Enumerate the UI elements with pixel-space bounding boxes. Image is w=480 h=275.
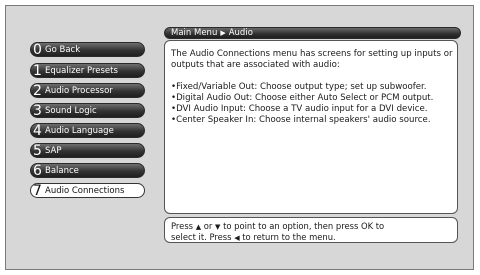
menu-item-sap[interactable]: 5 SAP [30, 143, 145, 158]
hint-text: to point to an option, then press OK to [223, 221, 385, 231]
hint-text: select it. Press [171, 232, 232, 242]
hint-line-2: select it. Press ◀ to return to the menu… [171, 232, 457, 243]
description-bullet: •Digital Audio Out: Choose either Auto S… [171, 93, 434, 103]
menu-item-label: Balance [45, 165, 79, 176]
menu-item-audio-processor[interactable]: 2 Audio Processor [30, 83, 145, 98]
menu-item-number: 7 [33, 183, 42, 198]
description-bullet: •Fixed/Variable Out: Choose output type;… [171, 82, 427, 92]
breadcrumb-parent: Main Menu [171, 28, 218, 38]
hint-panel: Press ▲ or ▼ to point to an option, then… [164, 217, 458, 243]
menu-item-label: SAP [45, 145, 62, 156]
description-panel: The Audio Connections menu has screens f… [164, 40, 458, 214]
menu-item-number: 6 [33, 163, 42, 178]
menu-item-number: 1 [33, 63, 42, 78]
menu-item-number: 4 [33, 123, 42, 138]
hint-text: or [203, 221, 213, 231]
menu-item-label: Equalizer Presets [45, 65, 118, 76]
menu-item-number: 5 [33, 143, 42, 158]
menu-item-label: Sound Logic [45, 105, 97, 116]
menu-item-number: 0 [33, 42, 42, 57]
arrow-left-icon: ◀ [234, 234, 240, 242]
breadcrumb-current: Audio [228, 28, 253, 38]
description-bullet: •Center Speaker In: Choose internal spea… [171, 115, 431, 125]
menu-item-label: Go Back [45, 44, 81, 55]
menu-item-number: 2 [33, 83, 42, 98]
menu-item-number: 3 [33, 103, 42, 118]
menu-item-label: Audio Connections [45, 185, 125, 196]
menu-item-audio-language[interactable]: 4 Audio Language [30, 123, 145, 138]
description-intro: The Audio Connections menu has screens f… [171, 49, 453, 70]
menu-item-label: Audio Language [45, 125, 114, 136]
menu-item-equalizer-presets[interactable]: 1 Equalizer Presets [30, 63, 145, 78]
menu-item-go-back[interactable]: 0 Go Back [30, 42, 145, 57]
menu-item-balance[interactable]: 6 Balance [30, 163, 145, 178]
breadcrumb-chevron-icon: ▶ [220, 29, 226, 37]
hint-text: to return to the menu. [242, 232, 336, 242]
menu-item-audio-connections[interactable]: 7 Audio Connections [30, 183, 145, 198]
hint-line-1: Press ▲ or ▼ to point to an option, then… [171, 221, 457, 232]
menu-item-label: Audio Processor [45, 85, 113, 96]
arrow-up-icon: ▲ [195, 223, 202, 231]
description-bullet: •DVI Audio Input: Choose a TV audio inpu… [171, 104, 428, 114]
breadcrumb: Main Menu ▶ Audio [164, 27, 461, 39]
menu-item-sound-logic[interactable]: 3 Sound Logic [30, 103, 145, 118]
arrow-down-icon: ▼ [215, 223, 221, 231]
hint-text: Press [171, 221, 194, 231]
